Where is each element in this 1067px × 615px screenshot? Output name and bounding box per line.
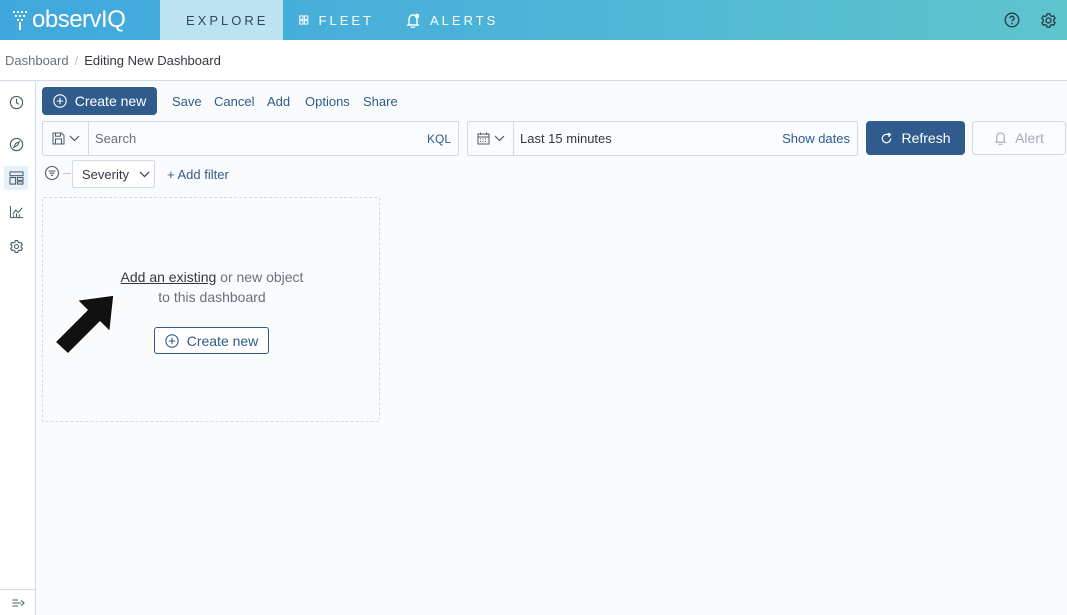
chevron-down-icon — [69, 135, 79, 142]
logo-text: observIQ — [32, 6, 126, 33]
calendar-icon — [477, 132, 489, 145]
tab-explore[interactable]: EXPLORE — [160, 0, 283, 40]
help-icon — [1004, 12, 1019, 28]
search-input[interactable] — [89, 122, 420, 155]
grid-icon — [299, 15, 309, 25]
refresh-label: Refresh — [901, 130, 951, 146]
save-link[interactable]: Save — [172, 94, 202, 109]
observiq-logo[interactable]: observIQ — [0, 0, 160, 40]
date-picker: Last 15 minutes Show dates — [467, 121, 858, 156]
add-existing-link[interactable]: Add an existing — [121, 269, 217, 285]
quick-date-menu-button[interactable] — [468, 122, 514, 155]
pointer-arrow-icon — [54, 294, 115, 355]
filter-divider — [63, 173, 71, 174]
show-dates-link[interactable]: Show dates — [782, 131, 857, 146]
save-icon — [52, 132, 64, 145]
filter-options-icon[interactable] — [44, 165, 60, 181]
cancel-link[interactable]: Cancel — [214, 94, 254, 109]
breadcrumb-dashboard-link[interactable]: Dashboard — [5, 53, 69, 68]
collapse-icon — [12, 598, 25, 607]
help-button[interactable] — [993, 0, 1030, 40]
severity-filter-dropdown[interactable]: Severity — [72, 160, 155, 188]
time-range-label[interactable]: Last 15 minutes — [514, 131, 782, 146]
gear-icon — [1041, 12, 1056, 28]
rail-item-dashboard[interactable] — [4, 166, 28, 190]
panel-create-new-button[interactable]: Create new — [154, 327, 269, 354]
bell-icon — [406, 13, 420, 28]
bell-icon — [994, 132, 1007, 145]
logo-mark-icon — [13, 11, 27, 30]
tab-explore-label: EXPLORE — [186, 12, 269, 28]
plus-circle-icon — [164, 333, 179, 348]
settings-icon — [9, 239, 23, 253]
panel-create-new-label: Create new — [186, 332, 259, 349]
empty-text-line-2: to this dashboard — [158, 289, 266, 305]
tab-fleet-label: FLEET — [318, 12, 374, 28]
tab-alerts-label: ALERTS — [430, 12, 499, 28]
breadcrumb: Dashboard / Editing New Dashboard — [0, 40, 1067, 81]
add-link[interactable]: Add — [267, 94, 290, 109]
plus-circle-icon — [52, 94, 67, 108]
rail-item-settings[interactable] — [4, 234, 28, 258]
side-rail — [0, 82, 36, 615]
tab-alerts[interactable]: ALERTS — [390, 0, 514, 40]
saved-query-button[interactable] — [43, 122, 89, 155]
top-navigation: observIQ EXPLORE FLEET ALERTS — [0, 0, 1067, 40]
visualize-icon — [9, 205, 23, 219]
rail-item-recent[interactable] — [4, 90, 28, 114]
chevron-down-icon — [139, 171, 150, 177]
clock-icon — [9, 95, 23, 109]
chevron-down-icon — [494, 135, 504, 142]
compass-icon — [9, 137, 23, 151]
top-right-actions — [993, 0, 1067, 40]
rail-item-discover[interactable] — [4, 132, 28, 156]
empty-text-rest: or new object — [216, 269, 304, 285]
create-new-label: Create new — [74, 93, 147, 109]
rail-item-visualize[interactable] — [4, 200, 28, 224]
tab-fleet[interactable]: FLEET — [283, 0, 390, 40]
severity-label: Severity — [82, 166, 129, 182]
dashboard-icon — [8, 171, 24, 185]
settings-button[interactable] — [1030, 0, 1067, 40]
breadcrumb-current: Editing New Dashboard — [84, 52, 221, 68]
create-new-button[interactable]: Create new — [42, 87, 157, 115]
share-link[interactable]: Share — [363, 94, 398, 109]
alert-label: Alert — [1015, 130, 1044, 146]
kql-toggle[interactable]: KQL — [420, 132, 458, 146]
add-filter-link[interactable]: + Add filter — [167, 167, 229, 182]
refresh-icon — [882, 132, 892, 143]
options-link[interactable]: Options — [305, 94, 350, 109]
refresh-button[interactable]: Refresh — [866, 121, 965, 155]
collapse-nav-button[interactable] — [0, 589, 36, 615]
breadcrumb-separator: / — [74, 52, 79, 68]
alert-button[interactable]: Alert — [972, 121, 1066, 155]
query-bar: KQL — [42, 121, 459, 156]
